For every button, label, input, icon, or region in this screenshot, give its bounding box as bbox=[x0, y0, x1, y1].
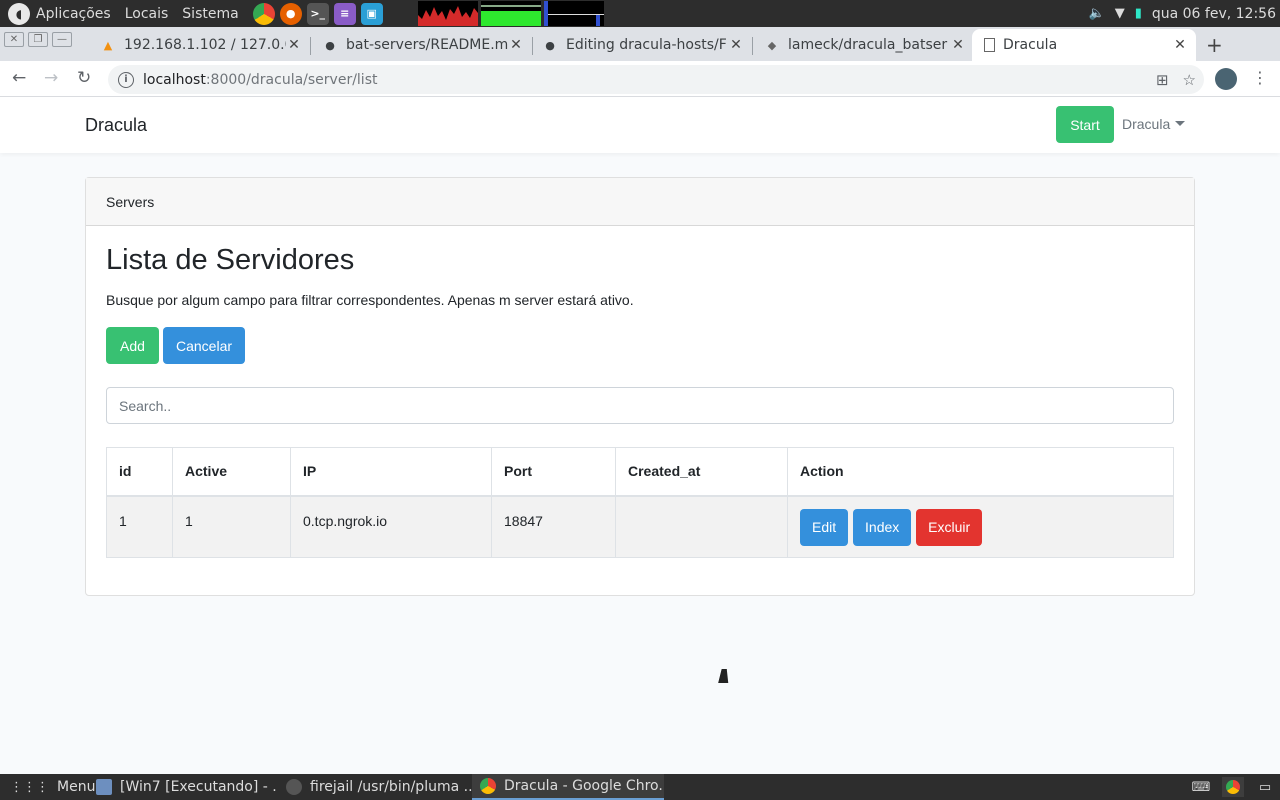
browser-tab-strip: ✕ ❐ — ▲ 192.168.1.102 / 127.0.0. ✕ ● bat… bbox=[0, 27, 1280, 61]
cell-created-at bbox=[615, 495, 788, 558]
tab-phpmyadmin[interactable]: ▲ 192.168.1.102 / 127.0.0. ✕ bbox=[88, 29, 310, 61]
bookmark-star-icon[interactable]: ☆ bbox=[1183, 71, 1196, 89]
virtualbox-icon bbox=[96, 779, 112, 795]
phpmyadmin-icon: ▲ bbox=[103, 38, 113, 52]
user-dropdown[interactable]: Dracula bbox=[1122, 116, 1186, 132]
os-top-panel: ◖ Aplicações Locais Sistema ● >_ ≡ ▣ 🔈 ▼… bbox=[0, 0, 1280, 27]
tab-close-icon[interactable]: ✕ bbox=[950, 37, 966, 53]
index-button[interactable]: Index bbox=[853, 508, 912, 546]
tab-close-icon[interactable]: ✕ bbox=[728, 37, 744, 53]
volume-icon[interactable]: 🔈 bbox=[1089, 6, 1105, 21]
cpu-monitor-graph bbox=[417, 1, 478, 26]
address-bar[interactable]: i localhost:8000/dracula/server/list ⊞ ☆ bbox=[108, 65, 1204, 94]
col-port: Port bbox=[491, 447, 616, 497]
page-viewport: Dracula Start Dracula Servers Lista de S… bbox=[0, 97, 1280, 774]
cell-id: 1 bbox=[106, 495, 173, 558]
text-editor-launcher-icon[interactable]: ≡ bbox=[333, 2, 356, 25]
grid-menu-icon: ⋮⋮⋮ bbox=[10, 779, 49, 795]
github-icon: ● bbox=[325, 38, 335, 52]
col-id: id bbox=[106, 447, 173, 497]
tab-dracula[interactable]: Dracula ✕ bbox=[972, 29, 1196, 61]
screenshot-launcher-icon[interactable]: ▣ bbox=[360, 2, 383, 25]
menu-applications[interactable]: Aplicações bbox=[36, 6, 111, 22]
cell-ip: 0.tcp.ngrok.io bbox=[290, 495, 492, 558]
caret-down-icon bbox=[1175, 121, 1186, 126]
profile-avatar[interactable] bbox=[1215, 68, 1237, 90]
start-menu-button[interactable]: ⋮⋮⋮ Menu bbox=[0, 779, 95, 795]
show-desktop-icon[interactable]: ▭ bbox=[1254, 777, 1276, 797]
user-dropdown-label: Dracula bbox=[1122, 116, 1171, 132]
menu-system[interactable]: Sistema bbox=[182, 6, 238, 22]
address-host: localhost bbox=[143, 71, 206, 88]
servers-card: Servers Lista de Servidores Busque por a… bbox=[85, 177, 1195, 596]
github-icon: ● bbox=[545, 38, 555, 52]
tab-gitlab-dracula-batser[interactable]: ◆ lameck/dracula_batser ✕ bbox=[752, 29, 974, 61]
gitlab-icon: ◆ bbox=[767, 38, 777, 52]
forward-arrow-icon[interactable]: → bbox=[44, 68, 58, 88]
search-input[interactable] bbox=[106, 387, 1174, 424]
task-chrome-dracula[interactable]: Dracula - Google Chro... bbox=[472, 774, 664, 800]
tab-close-icon[interactable]: ✕ bbox=[286, 37, 302, 53]
site-info-icon[interactable]: i bbox=[118, 71, 134, 88]
battery-icon[interactable]: ▮ bbox=[1135, 6, 1142, 21]
add-button[interactable]: Add bbox=[106, 327, 159, 364]
col-action: Action bbox=[787, 447, 1174, 497]
servers-table: id Active IP Port Created_at Action 1 1 … bbox=[106, 447, 1174, 558]
delete-button[interactable]: Excluir bbox=[916, 508, 983, 546]
cell-actions: Edit Index Excluir bbox=[787, 495, 1174, 558]
chrome-launcher-icon[interactable] bbox=[252, 2, 275, 25]
address-path: :8000/dracula/server/list bbox=[205, 71, 378, 88]
tab-editing-dracula-hosts[interactable]: ● Editing dracula-hosts/F ✕ bbox=[530, 29, 752, 61]
system-tray-bottom: ⌨ ▭ bbox=[1190, 774, 1276, 800]
page-description: Busque por algum campo para filtrar corr… bbox=[106, 292, 634, 308]
menu-places[interactable]: Locais bbox=[125, 6, 169, 22]
start-button[interactable]: Start bbox=[1056, 106, 1114, 143]
col-active: Active bbox=[172, 447, 291, 497]
task-firejail-pluma[interactable]: firejail /usr/bin/pluma ... bbox=[278, 774, 472, 800]
edit-button[interactable]: Edit bbox=[800, 508, 849, 546]
tab-close-icon[interactable]: ✕ bbox=[1172, 37, 1188, 53]
terminal-icon bbox=[286, 779, 302, 795]
new-tab-icon[interactable]: + bbox=[1206, 33, 1223, 57]
memory-monitor-graph bbox=[480, 1, 541, 26]
restore-window-icon[interactable]: ❐ bbox=[28, 32, 48, 47]
window-controls: ✕ ❐ — bbox=[4, 32, 72, 47]
app-navbar: Dracula Start Dracula bbox=[0, 97, 1280, 153]
navbar-brand[interactable]: Dracula bbox=[85, 115, 147, 136]
browser-menu-icon[interactable]: ⋮ bbox=[1252, 68, 1268, 87]
keyboard-icon[interactable]: ⌨ bbox=[1190, 777, 1212, 797]
os-taskbar: ⋮⋮⋮ Menu [Win7 [Executando] - ... fireja… bbox=[0, 774, 1280, 800]
page-title: Lista de Servidores bbox=[106, 244, 355, 276]
task-virtualbox-win7[interactable]: [Win7 [Executando] - ... bbox=[88, 774, 278, 800]
table-header-row: id Active IP Port Created_at Action bbox=[106, 447, 1174, 497]
translate-icon[interactable]: ⊞ bbox=[1156, 71, 1169, 89]
page-icon bbox=[984, 38, 995, 52]
cancel-button[interactable]: Cancelar bbox=[163, 327, 245, 364]
cell-port: 18847 bbox=[491, 495, 616, 558]
system-tray-top: 🔈 ▼ ▮ qua 06 fev, 12:56 bbox=[1089, 0, 1280, 27]
close-window-icon[interactable]: ✕ bbox=[4, 32, 24, 47]
minimize-window-icon[interactable]: — bbox=[52, 32, 72, 47]
chrome-icon bbox=[480, 778, 496, 794]
col-created-at: Created_at bbox=[615, 447, 788, 497]
cell-active: 1 bbox=[172, 495, 291, 558]
table-row: 1 1 0.tcp.ngrok.io 18847 Edit Index Excl… bbox=[106, 495, 1174, 558]
distro-logo-icon[interactable]: ◖ bbox=[8, 2, 30, 25]
tab-bat-servers-readme[interactable]: ● bat-servers/README.m ✕ bbox=[310, 29, 532, 61]
wifi-icon[interactable]: ▼ bbox=[1115, 6, 1125, 21]
tab-close-icon[interactable]: ✕ bbox=[508, 37, 524, 53]
firefox-launcher-icon[interactable]: ● bbox=[279, 2, 302, 25]
chrome-tray-icon[interactable] bbox=[1222, 777, 1244, 797]
network-monitor-graph bbox=[543, 1, 604, 26]
reload-icon[interactable]: ↻ bbox=[77, 68, 91, 88]
browser-toolbar: ← → ↻ i localhost:8000/dracula/server/li… bbox=[0, 61, 1280, 97]
back-arrow-icon[interactable]: ← bbox=[12, 68, 26, 88]
col-ip: IP bbox=[290, 447, 492, 497]
card-header: Servers bbox=[86, 178, 1194, 226]
terminal-launcher-icon[interactable]: >_ bbox=[306, 2, 329, 25]
clock[interactable]: qua 06 fev, 12:56 bbox=[1152, 6, 1276, 22]
